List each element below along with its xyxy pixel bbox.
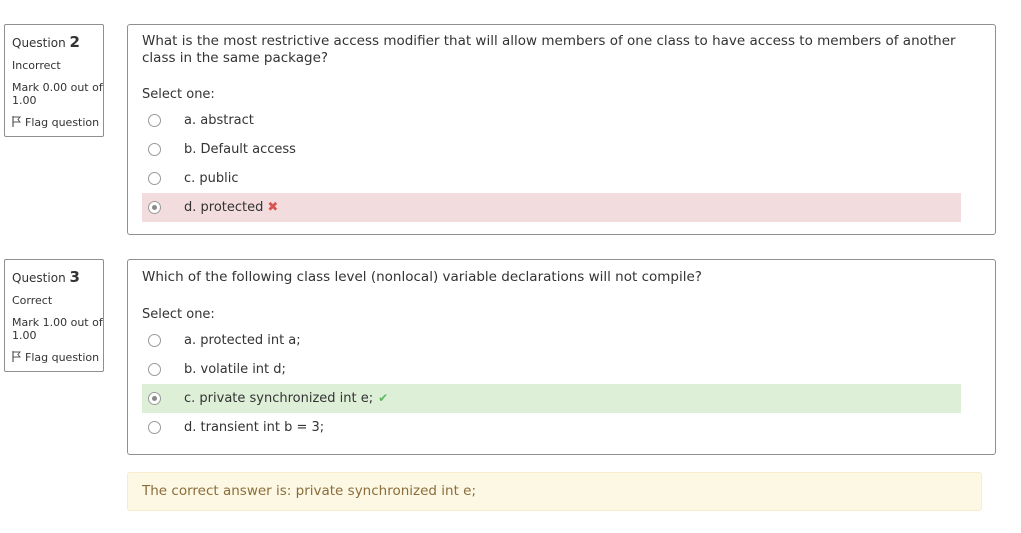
- question-number-line: Question 2: [12, 33, 103, 51]
- question-text: What is the most restrictive access modi…: [142, 33, 956, 66]
- answer-label: a. protected int a;: [184, 333, 301, 348]
- question-label: Question: [12, 36, 66, 50]
- answer-label: a. abstract: [184, 113, 254, 128]
- flag-label: Flag question: [25, 116, 100, 129]
- select-prompt: Select one:: [142, 87, 215, 102]
- answer-label: b. Default access: [184, 142, 296, 157]
- answer-label: b. volatile int d;: [184, 362, 286, 377]
- question-grade: Mark 1.00 out of 1.00: [12, 316, 103, 342]
- answer-option-a[interactable]: a. abstract: [142, 106, 961, 135]
- radio-button[interactable]: [148, 143, 161, 156]
- radio-button[interactable]: [148, 114, 161, 127]
- answer-list: a. protected int a; b. volatile int d; c…: [142, 326, 961, 442]
- radio-button-selected[interactable]: [148, 201, 161, 214]
- radio-button[interactable]: [148, 421, 161, 434]
- question-state: Incorrect: [12, 59, 61, 72]
- flag-icon: [12, 116, 21, 127]
- answer-option-c[interactable]: c. public: [142, 164, 961, 193]
- question-text: Which of the following class level (nonl…: [142, 269, 702, 285]
- question-number: 2: [69, 33, 80, 51]
- question-state: Correct: [12, 294, 53, 307]
- correct-icon: ✔: [378, 391, 389, 405]
- answer-option-b[interactable]: b. volatile int d;: [142, 355, 961, 384]
- question-grade: Mark 0.00 out of 1.00: [12, 81, 103, 107]
- question-number-line: Question 3: [12, 268, 103, 286]
- flag-icon: [12, 351, 21, 362]
- select-prompt: Select one:: [142, 307, 215, 322]
- flag-question-button[interactable]: Flag question: [12, 351, 103, 364]
- radio-button[interactable]: [148, 363, 161, 376]
- answer-option-d[interactable]: d. transient int b = 3;: [142, 413, 961, 442]
- answer-option-c[interactable]: c. private synchronized int e; ✔: [142, 384, 961, 413]
- radio-button[interactable]: [148, 334, 161, 347]
- answer-text: d. protected ✖: [184, 193, 278, 222]
- answer-label: c. public: [184, 171, 239, 186]
- radio-button-selected[interactable]: [148, 392, 161, 405]
- answer-label: d. protected: [184, 200, 264, 215]
- incorrect-icon: ✖: [267, 200, 279, 215]
- question-label: Question: [12, 271, 66, 285]
- answer-label: c. private synchronized int e;: [184, 391, 374, 406]
- answer-label: d. transient int b = 3;: [184, 420, 325, 435]
- question-content-3: Which of the following class level (nonl…: [127, 259, 996, 455]
- question-info-3: Question 3 Correct Mark 1.00 out of 1.00…: [4, 259, 104, 372]
- answer-option-a[interactable]: a. protected int a;: [142, 326, 961, 355]
- answer-text: c. private synchronized int e; ✔: [184, 384, 388, 413]
- answer-list: a. abstract b. Default access c. public …: [142, 106, 961, 222]
- question-info-2: Question 2 Incorrect Mark 0.00 out of 1.…: [4, 24, 104, 137]
- question-number: 3: [69, 268, 80, 286]
- flag-label: Flag question: [25, 351, 100, 364]
- answer-option-b[interactable]: b. Default access: [142, 135, 961, 164]
- correct-answer-feedback: The correct answer is: private synchroni…: [127, 472, 982, 511]
- question-content-2: What is the most restrictive access modi…: [127, 24, 996, 235]
- radio-button[interactable]: [148, 172, 161, 185]
- answer-option-d[interactable]: d. protected ✖: [142, 193, 961, 222]
- flag-question-button[interactable]: Flag question: [12, 116, 103, 129]
